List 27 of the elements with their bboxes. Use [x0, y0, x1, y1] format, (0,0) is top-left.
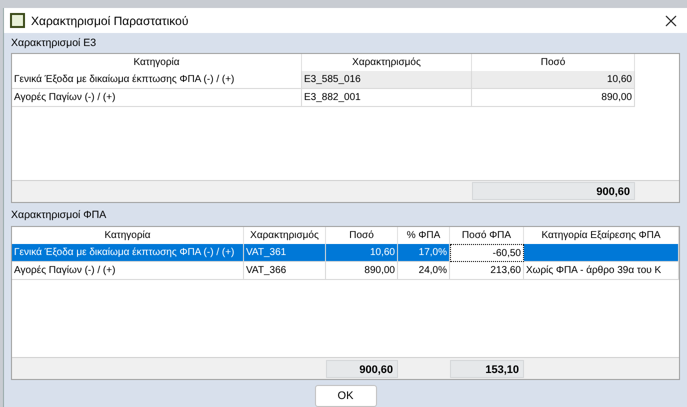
table-row[interactable]: Γενικά Έξοδα με δικαίωμα έκπτωσης ΦΠΑ (-) / (+) E3_585_016 10,60	[12, 71, 679, 90]
table-cell: 890,00	[326, 262, 398, 280]
table-cell: E3_882_001	[302, 89, 472, 108]
table-row[interactable]: Γενικά Έξοδα με δικαίωμα έκπτωσης ΦΠΑ (-) / (+) VAT_361 10,60 17,0% -60,50	[12, 244, 679, 262]
total-cell: 900,60	[326, 360, 398, 378]
table-cell: 24,0%	[398, 262, 450, 280]
table-row[interactable]: Αγορές Παγίων (-) / (+) E3_882_001 890,00	[12, 89, 679, 108]
table-cell: Γενικά Έξοδα με δικαίωμα έκπτωσης ΦΠΑ (-) / (+)	[12, 71, 302, 90]
app-logo-icon	[10, 13, 25, 28]
ok-button[interactable]: OK	[314, 385, 376, 407]
column-header[interactable]: Κατηγορία	[12, 54, 302, 72]
total-cell: 153,10	[450, 360, 524, 378]
close-icon[interactable]	[665, 14, 677, 27]
table-cell: 890,00	[472, 89, 635, 108]
window-title: Χαρακτηρισμοί Παραστατικού	[31, 12, 188, 30]
table-cell: VAT_366	[244, 262, 326, 280]
table-cell: E3_585_016	[302, 71, 472, 90]
section-title: Χαρακτηρισμοί Ε3	[10, 36, 98, 52]
table-cell: Αγορές Παγίων (-) / (+)	[12, 262, 244, 280]
table-cell: -60,50	[450, 244, 524, 262]
table-cell: Χωρίς ΦΠΑ - άρθρο 39α του Κ	[524, 262, 679, 280]
table-cell: 213,60	[450, 262, 524, 280]
table-row[interactable]: Αγορές Παγίων (-) / (+) VAT_366 890,00 24,0% 213,60 Χωρίς ΦΠΑ - άρθρο 39α του Κ	[12, 262, 679, 280]
table-cell: Αγορές Παγίων (-) / (+)	[12, 89, 302, 108]
table-cell: 10,60	[472, 71, 635, 90]
section-title: Χαρακτηρισμοί ΦΠΑ	[10, 208, 108, 223]
total-cell: 900,60	[472, 182, 635, 200]
